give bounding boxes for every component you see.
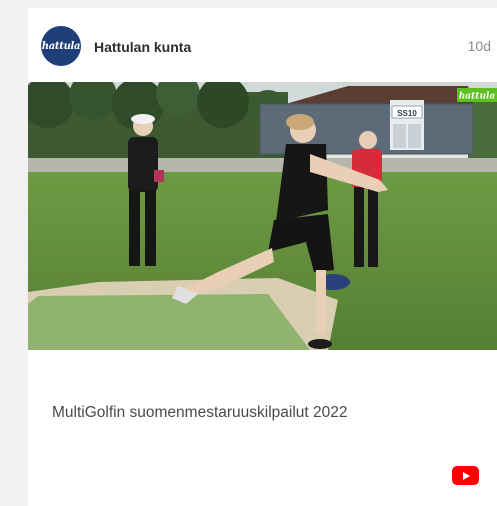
- avatar-logo-text: hattula: [41, 40, 81, 52]
- social-post-card[interactable]: hattula Hattulan kunta 10d SS10 hattula …: [28, 8, 497, 506]
- account-avatar[interactable]: hattula: [41, 26, 81, 66]
- account-name[interactable]: Hattulan kunta: [94, 39, 191, 55]
- scene-throwing-mat: [28, 294, 310, 350]
- video-watermark-text: hattula: [459, 92, 496, 102]
- play-icon: [462, 471, 470, 480]
- post-caption: MultiGolfin suomenmestaruuskilpailut 202…: [52, 404, 348, 421]
- post-timestamp: 10d: [467, 38, 491, 54]
- building-sign-text: SS10: [397, 109, 417, 118]
- scene-road: [28, 158, 497, 172]
- post-header: hattula Hattulan kunta 10d: [28, 8, 497, 82]
- youtube-icon[interactable]: [452, 466, 479, 485]
- post-video-thumbnail[interactable]: SS10 hattula: [28, 82, 497, 350]
